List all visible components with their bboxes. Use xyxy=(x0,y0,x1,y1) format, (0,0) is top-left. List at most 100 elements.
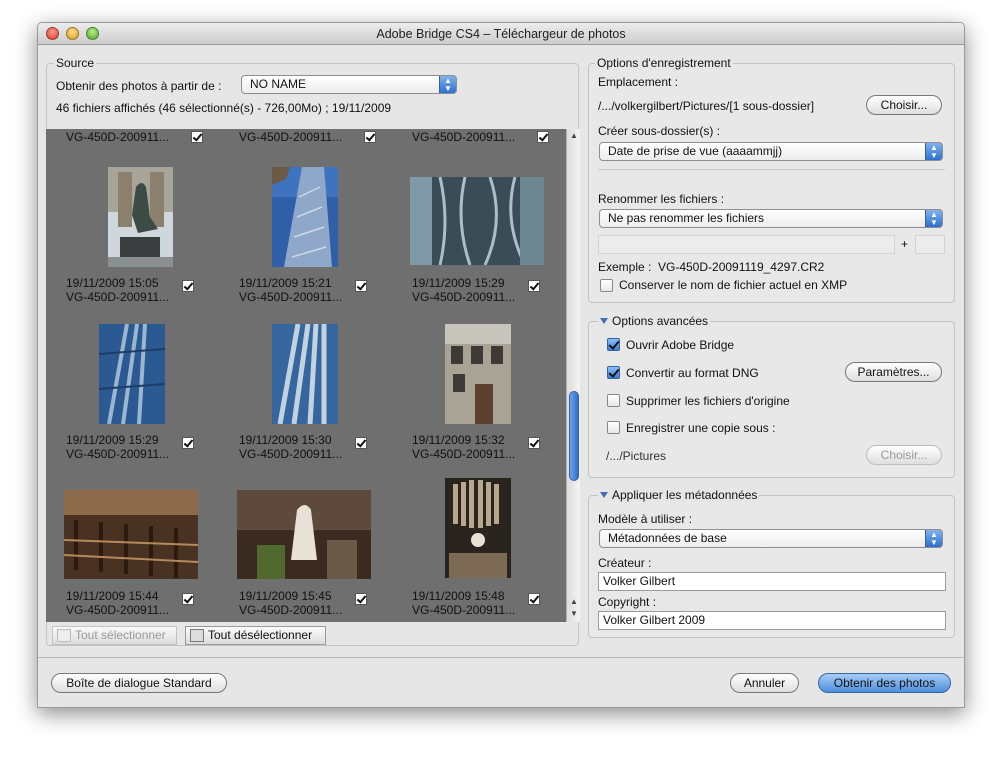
zoom-window-button[interactable] xyxy=(86,27,99,40)
select-all-icon xyxy=(57,629,71,642)
keep-name-checkbox[interactable] xyxy=(600,279,613,292)
get-photos-label: Obtenir des photos xyxy=(833,676,936,690)
dialog-footer: Boîte de dialogue Standard Annuler Obten… xyxy=(38,657,964,707)
tower-photo xyxy=(272,167,338,267)
copyright-value: Volker Gilbert 2009 xyxy=(603,613,706,627)
rename-label: Renommer les fichiers : xyxy=(598,192,725,206)
deselect-all-button[interactable]: Tout désélectionner xyxy=(185,626,326,645)
scroll-thumb[interactable] xyxy=(569,391,579,481)
delete-originals-checkbox[interactable] xyxy=(607,394,620,407)
thumb-checkbox[interactable] xyxy=(182,437,194,449)
open-bridge-checkbox[interactable] xyxy=(607,338,620,351)
scroll-up-arrow-icon[interactable]: ▲ xyxy=(570,131,578,140)
thumb-checkbox[interactable] xyxy=(355,593,367,605)
copyright-field[interactable]: Volker Gilbert 2009 xyxy=(598,611,946,630)
choose-location-label: Choisir... xyxy=(880,98,928,112)
example-value: VG-450D-20091119_4297.CR2 xyxy=(658,260,825,274)
save-options-legend: Options d'enregistrement xyxy=(595,56,733,70)
deselect-all-label: Tout désélectionner xyxy=(208,628,313,642)
grid-scrollbar[interactable]: ▲ ▲ ▼ xyxy=(566,129,580,622)
location-path: /.../volkergilbert/Pictures/[1 sous-doss… xyxy=(598,99,815,113)
thumbnail-cell[interactable]: 19/11/2009 15:29 VG-450D-200911... xyxy=(46,306,216,461)
example-label: Exemple : xyxy=(598,260,652,274)
organ-photo xyxy=(445,478,511,578)
thumb-name: VG-450D-200911... xyxy=(66,603,170,617)
save-copy-checkbox[interactable] xyxy=(607,421,620,434)
thumb-name: VG-450D-200911... xyxy=(66,290,170,304)
keep-name-label: Conserver le nom de fichier actuel en XM… xyxy=(619,278,848,292)
top-checkbox[interactable] xyxy=(537,131,549,143)
get-photos-button[interactable]: Obtenir des photos xyxy=(818,673,951,693)
thumbnail-cell[interactable]: 19/11/2009 15:48 VG-450D-200911... xyxy=(392,464,562,619)
advanced-options-legend[interactable]: Options avancées xyxy=(598,314,711,328)
divider xyxy=(598,169,945,170)
thumbnail-cell[interactable]: 19/11/2009 15:21 VG-450D-200911... xyxy=(219,149,389,304)
select-all-button[interactable]: Tout sélectionner xyxy=(52,626,177,645)
deselect-all-icon xyxy=(190,629,204,642)
pipes-photo xyxy=(272,324,338,424)
thumbnail-cell[interactable]: 19/11/2009 15:45 VG-450D-200911... xyxy=(219,464,389,619)
advanced-options-title: Options avancées xyxy=(612,314,709,328)
thumb-name: VG-450D-200911... xyxy=(412,290,516,304)
location-label: Emplacement : xyxy=(598,75,679,89)
thumbnail-grid[interactable]: VG-450D-200911... VG-450D-200911... VG-4… xyxy=(46,129,566,622)
top-checkbox[interactable] xyxy=(364,131,376,143)
creator-field[interactable]: Volker Gilbert xyxy=(598,572,946,591)
standard-dialog-button[interactable]: Boîte de dialogue Standard xyxy=(51,673,227,693)
thumb-checkbox[interactable] xyxy=(528,437,540,449)
top-caption: VG-450D-200911... xyxy=(239,130,343,144)
thumb-checkbox[interactable] xyxy=(355,437,367,449)
rename-select-value: Ne pas renommer les fichiers xyxy=(608,211,765,225)
thumb-name: VG-450D-200911... xyxy=(66,447,170,461)
thumbnail-cell[interactable]: 19/11/2009 15:05 VG-450D-200911... xyxy=(46,149,216,304)
open-bridge-label: Ouvrir Adobe Bridge xyxy=(626,338,735,352)
source-summary: 46 fichiers affichés (46 sélectionné(s) … xyxy=(56,101,392,115)
thumb-checkbox[interactable] xyxy=(528,593,540,605)
thumbnail-cell[interactable]: 19/11/2009 15:32 VG-450D-200911... xyxy=(392,306,562,461)
minimize-window-button[interactable] xyxy=(66,27,79,40)
choose-copy-button[interactable]: Choisir... xyxy=(866,445,942,465)
source-select[interactable]: NO NAME ▲ ▼ xyxy=(241,75,457,94)
copyright-label: Copyright : xyxy=(598,595,657,609)
scroll-down-arrow-icon[interactable]: ▼ xyxy=(570,609,578,618)
obtain-label: Obtenir des photos à partir de : xyxy=(56,79,222,93)
thumbnail-cell[interactable]: 19/11/2009 15:30 VG-450D-200911... xyxy=(219,306,389,461)
template-label: Modèle à utiliser : xyxy=(598,512,693,526)
subfolder-select[interactable]: Date de prise de vue (aaaammjj) ▲ ▼ xyxy=(599,142,943,161)
select-arrows-icon: ▲ ▼ xyxy=(925,143,942,160)
scroll-up-arrow-icon[interactable]: ▲ xyxy=(570,597,578,606)
save-copy-label: Enregistrer une copie sous : xyxy=(626,421,776,435)
thumb-name: VG-450D-200911... xyxy=(239,447,343,461)
close-window-button[interactable] xyxy=(46,27,59,40)
select-all-label: Tout sélectionner xyxy=(75,628,166,642)
convert-dng-checkbox[interactable] xyxy=(607,366,620,379)
rename-suffix-field[interactable] xyxy=(915,235,945,254)
disclosure-triangle-icon xyxy=(600,318,608,324)
dng-parameters-button[interactable]: Paramètres... xyxy=(845,362,942,382)
title-bar: Adobe Bridge CS4 – Téléchargeur de photo… xyxy=(38,23,964,45)
photo-downloader-window: Adobe Bridge CS4 – Téléchargeur de photo… xyxy=(37,22,965,708)
statue-photo xyxy=(108,167,173,267)
choose-location-button[interactable]: Choisir... xyxy=(866,95,942,115)
thumb-name: VG-450D-200911... xyxy=(412,447,516,461)
cancel-button[interactable]: Annuler xyxy=(730,673,799,693)
rename-custom-field[interactable] xyxy=(598,235,895,254)
thumb-checkbox[interactable] xyxy=(355,280,367,292)
plus-label: + xyxy=(901,237,909,251)
thumb-checkbox[interactable] xyxy=(182,280,194,292)
thumbnail-cell[interactable]: 19/11/2009 15:44 VG-450D-200911... xyxy=(46,464,216,619)
thumb-checkbox[interactable] xyxy=(182,593,194,605)
choose-copy-label: Choisir... xyxy=(880,448,928,462)
thumb-checkbox[interactable] xyxy=(528,280,540,292)
select-arrows-icon: ▲ ▼ xyxy=(925,210,942,227)
top-checkbox[interactable] xyxy=(191,131,203,143)
metadata-legend[interactable]: Appliquer les métadonnées xyxy=(598,488,760,502)
source-select-value: NO NAME xyxy=(250,77,307,91)
chairs-photo xyxy=(64,490,198,579)
thumbnail-cell[interactable]: 19/11/2009 15:29 VG-450D-200911... xyxy=(392,149,562,304)
select-arrows-icon: ▲ ▼ xyxy=(925,530,942,547)
disclosure-triangle-icon xyxy=(600,492,608,498)
thumb-name: VG-450D-200911... xyxy=(412,603,516,617)
template-select[interactable]: Métadonnées de base ▲ ▼ xyxy=(599,529,943,548)
rename-select[interactable]: Ne pas renommer les fichiers ▲ ▼ xyxy=(599,209,943,228)
